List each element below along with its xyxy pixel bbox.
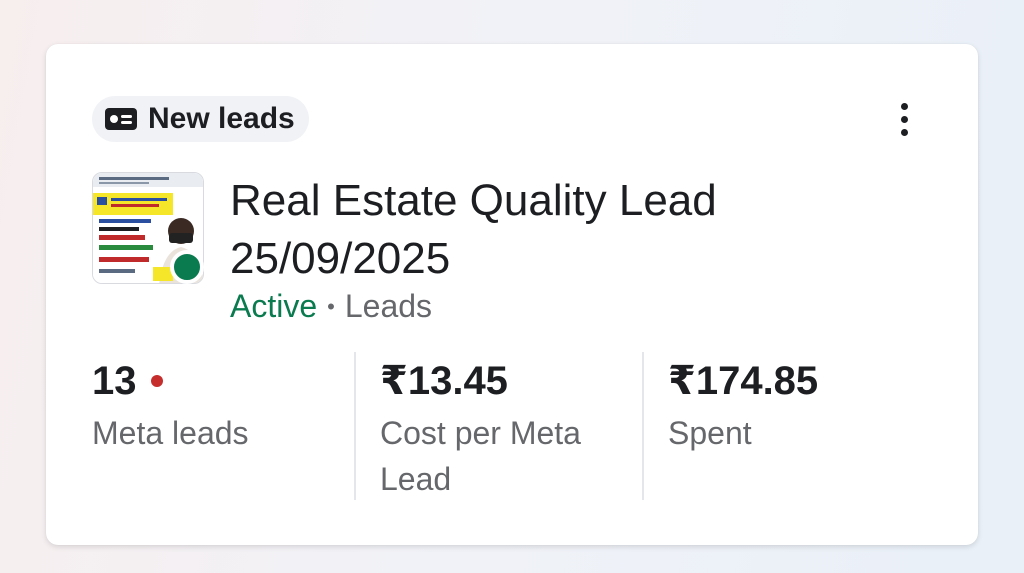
meta-leads-label: Meta leads — [92, 415, 249, 451]
lead-card-icon — [105, 108, 137, 130]
metric-value: ₹13.45 — [380, 354, 640, 408]
spent-label: Spent — [668, 415, 752, 451]
alert-dot-icon — [150, 375, 163, 387]
campaign-title[interactable]: Real Estate Quality Lead 25/09/2025 — [230, 172, 930, 288]
status-text: Active — [230, 288, 318, 324]
objective-text: Leads — [344, 288, 433, 324]
active-status-dot — [170, 250, 204, 284]
new-leads-label: New leads — [148, 102, 295, 135]
metric-divider — [354, 352, 356, 500]
new-leads-badge: New leads — [92, 96, 309, 142]
status-separator: • — [327, 293, 335, 319]
more-vertical-icon-dot — [900, 115, 908, 123]
campaign-card[interactable]: New leads Real Estate Quality Lead 25/09… — [46, 44, 978, 545]
more-options-button[interactable] — [886, 94, 922, 144]
cost-per-lead-value: ₹13.45 — [380, 359, 508, 403]
more-vertical-icon-dot — [900, 128, 908, 136]
metric-value: 13 — [92, 354, 352, 408]
metric-spent[interactable]: ₹174.85 Spent — [668, 354, 928, 504]
campaign-status-line: Active • Leads — [230, 288, 432, 325]
metric-divider — [642, 352, 644, 500]
metric-value: ₹174.85 — [668, 354, 928, 408]
metric-cost-per-lead[interactable]: ₹13.45 Cost per Meta Lead — [380, 354, 640, 504]
more-vertical-icon — [900, 102, 908, 110]
metric-meta-leads[interactable]: 13 Meta leads — [92, 354, 352, 504]
cost-per-lead-label: Cost per Meta Lead — [380, 415, 581, 497]
meta-leads-value: 13 — [92, 359, 137, 403]
spent-value: ₹174.85 — [668, 359, 819, 403]
